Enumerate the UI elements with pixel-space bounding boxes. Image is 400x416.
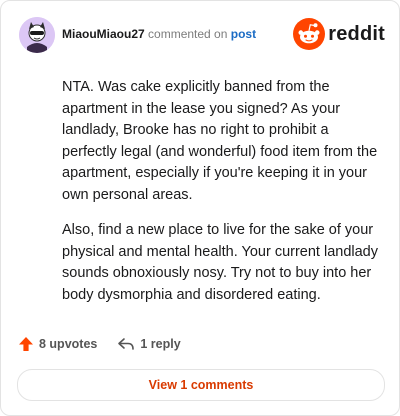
- reddit-wordmark: reddit: [328, 22, 385, 45]
- reddit-snoo-icon: [293, 18, 326, 50]
- reddit-logo[interactable]: reddit: [293, 18, 385, 50]
- user-avatar[interactable]: [19, 17, 55, 53]
- upvote-count: 8 upvotes: [39, 337, 98, 351]
- comment-header: MiaouMiaou27 commented on post reddit: [19, 17, 385, 53]
- comment-card: MiaouMiaou27 commented on post reddit NT…: [0, 0, 400, 416]
- upvote-arrow-icon: [19, 337, 33, 351]
- commented-on-text: commented on: [148, 27, 228, 41]
- upvote-button[interactable]: 8 upvotes: [18, 336, 97, 352]
- reply-arrow-icon: [118, 338, 135, 350]
- avatar-image: [19, 17, 55, 53]
- comment-body: NTA. Was cake explicitly banned from the…: [62, 77, 380, 306]
- post-link[interactable]: post: [231, 27, 256, 41]
- reply-count: 1 reply: [140, 337, 181, 351]
- reply-button[interactable]: 1 reply: [117, 336, 181, 352]
- username-link[interactable]: MiaouMiaou27: [62, 27, 145, 41]
- view-comments-button[interactable]: View 1 comments: [17, 369, 385, 401]
- comment-paragraph: Also, find a new place to live for the s…: [62, 222, 378, 303]
- comment-paragraph: NTA. Was cake explicitly banned from the…: [62, 79, 378, 203]
- comment-actions: 8 upvotes 1 reply: [18, 334, 181, 354]
- comment-meta: MiaouMiaou27 commented on post: [62, 27, 256, 41]
- view-comments-label: View 1 comments: [148, 378, 254, 392]
